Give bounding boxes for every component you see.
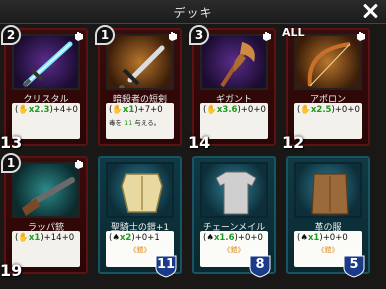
card-art [200,34,268,90]
dagger-icon [119,45,165,88]
spade-stat-icon: ♠ [206,233,214,243]
chainmail-icon [215,171,257,215]
shield-icon: 5 [342,254,366,278]
hand-icon [263,32,271,41]
stat-multiplier: x1 [122,105,135,115]
card-art [294,34,362,90]
hand-stat-icon: ✋ [206,105,217,115]
shield-icon: 8 [248,254,272,278]
card-gigant[interactable]: 3 ギガント (✋x3.6)+0+0 14 [188,25,276,152]
count-badge: ALL [282,26,305,39]
spade-stat-icon: ♠ [112,233,120,243]
card-grid: 2 クリスタル (✋x2.3)+4+0 13 1 暗殺者の短剣 (✋x1)+7+… [0,24,386,289]
leather-icon [311,173,349,215]
hand-stat-icon: ✋ [18,233,29,243]
card-holy-armor[interactable]: 聖騎士の鎧+1 (♠x2)+0+1 《鎧》 11 [98,156,182,278]
stat-box: (✋x1)+7+0 毒を 11 与える。 [106,103,174,139]
defense-value: 8 [255,257,265,272]
hand-icon [169,32,177,41]
cost-badge: 12 [282,133,305,152]
sword-icon [22,41,73,88]
stat-multiplier: x1 [28,233,41,243]
count-badge: 1 [1,153,21,173]
cost-badge: 14 [188,133,211,152]
hand-stat-icon: ✋ [18,105,29,115]
page-title: デッキ [173,6,213,20]
card-art [12,162,80,218]
hand-stat-icon: ✋ [300,105,311,115]
stat-bonus: +0+1 [134,233,160,243]
card-assassin[interactable]: 1 暗殺者の短剣 (✋x1)+7+0 毒を 11 与える。 [95,25,182,146]
card-art [106,162,174,218]
armor-icon [121,173,163,213]
cost-badge: 13 [0,133,23,152]
close-icon[interactable] [360,1,380,21]
shield-icon: 11 [154,254,178,278]
card-art [200,162,268,218]
stat-bonus: +4+0 [52,105,78,115]
stat-bonus: +14+0 [43,233,75,243]
gun-icon [22,177,75,216]
stat-bonus: +0+0 [334,105,360,115]
card-chainmail[interactable]: チェーンメイル (♠x1.6)+0+0 《鎧》 8 [192,156,276,278]
defense-value: 5 [349,257,359,272]
stat-multiplier: x2 [119,233,132,243]
hand-icon [357,32,365,41]
stat-multiplier: x2.5 [310,105,332,115]
spade-stat-icon: ♠ [300,233,308,243]
card-rappa[interactable]: 1 ラッパ銃 (✋x1)+14+0 19 [0,153,88,280]
defense-value: 11 [156,257,176,272]
stat-multiplier: x1 [307,233,320,243]
cost-badge: 19 [0,261,23,280]
stat-bonus: +0+0 [322,233,348,243]
count-badge: 3 [189,25,209,45]
stat-bonus: +0+0 [237,233,263,243]
card-art [294,162,362,218]
card-leather[interactable]: 革の服 (♠x1)+0+0 《鎧》 5 [286,156,370,278]
card-crystal[interactable]: 2 クリスタル (✋x2.3)+4+0 13 [0,25,88,152]
stat-multiplier: x1.6 [213,233,235,243]
card-effect: 毒を 11 与える。 [109,119,161,127]
card-art [12,34,80,90]
count-badge: 2 [1,25,21,45]
count-badge: 1 [95,25,115,45]
top-bar: デッキ [0,0,386,24]
stat-bonus: +0+0 [240,105,266,115]
stat-multiplier: x2.3 [28,105,50,115]
stat-multiplier: x3.6 [216,105,238,115]
card-apollo[interactable]: ALL アポロン (✋x2.5)+0+0 12 [282,26,370,152]
stat-bonus: +7+0 [137,105,163,115]
bow-icon [307,42,351,87]
card-art [106,34,174,90]
hand-icon [75,160,83,169]
axe-icon [220,42,255,88]
hand-stat-icon: ✋ [112,105,123,115]
hand-icon [75,32,83,41]
